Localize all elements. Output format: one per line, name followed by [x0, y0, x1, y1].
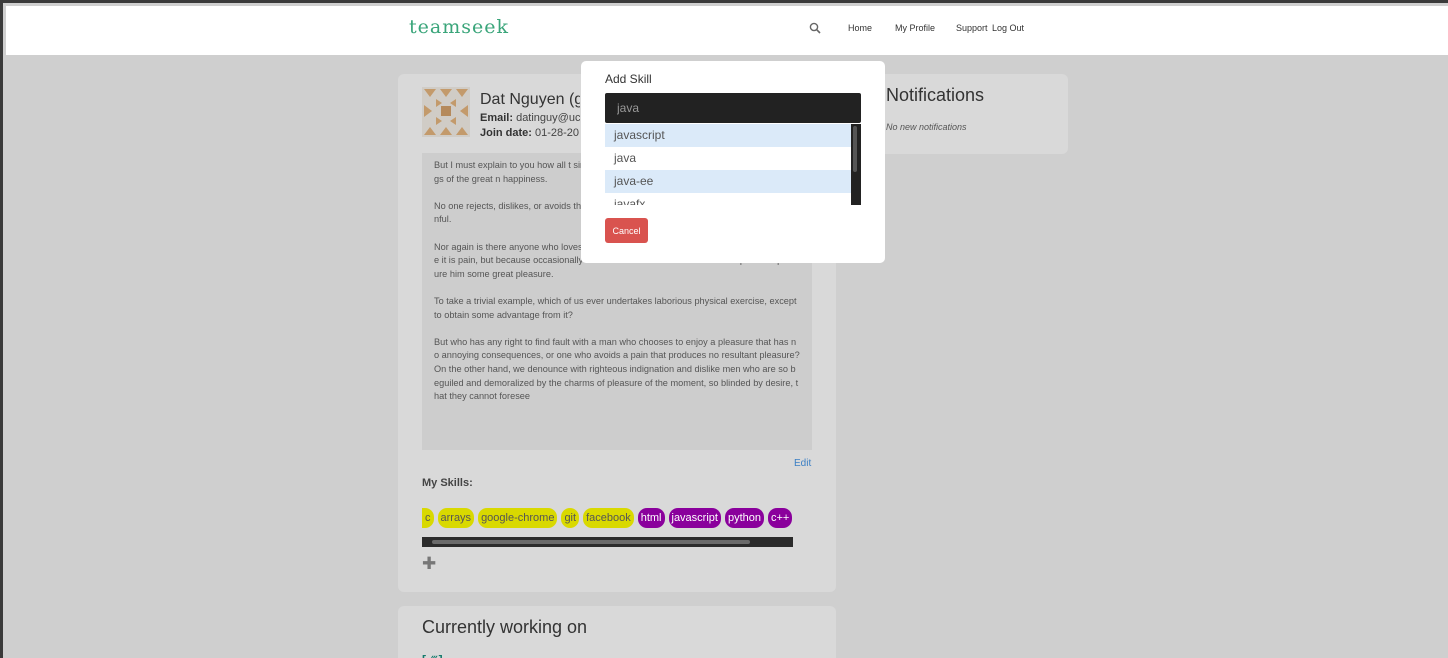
skills-list[interactable]: c arrays google-chrome git facebook html javas…: [422, 508, 793, 530]
join-date-label: Join date:: [480, 127, 532, 139]
avatar: [422, 87, 470, 137]
app-window: teamseek Home My Profile Support Log Out…: [0, 0, 1448, 658]
profile-email: Email: datinguy@uc: [480, 112, 580, 124]
add-skill-icon[interactable]: ✚: [422, 554, 436, 574]
skill-chip[interactable]: c++: [768, 508, 793, 528]
bio-paragraph: To take a trivial example, which of us e…: [434, 295, 797, 320]
suggestion-item[interactable]: java-ee: [605, 170, 851, 193]
bio-paragraph: But who has any right to find fault with…: [434, 336, 800, 402]
profile-name: Dat Nguyen (gr: [480, 91, 580, 108]
skills-scrollbar[interactable]: [422, 537, 793, 547]
notifications-title: Notifications: [886, 85, 985, 105]
suggestions-scrollbar-thumb[interactable]: [853, 126, 857, 172]
skill-chip[interactable]: html: [637, 508, 665, 528]
skills-scrollbar-thumb[interactable]: [432, 540, 750, 544]
search-icon[interactable]: [809, 22, 821, 34]
email-label: Email:: [480, 112, 514, 124]
project-logo-icon[interactable]: [ ∕∕∕ ]: [422, 653, 470, 658]
skill-chip[interactable]: python: [724, 508, 764, 528]
working-on-title: Currently working on: [422, 617, 588, 637]
nav-home-link[interactable]: Home: [848, 23, 872, 33]
skill-chip[interactable]: arrays: [437, 508, 475, 528]
notifications-empty-text: No new notifications: [886, 122, 967, 132]
skills-heading: My Skills:: [422, 477, 473, 489]
skill-chip[interactable]: google-chrome: [478, 508, 558, 528]
skill-search-input[interactable]: [605, 93, 861, 123]
skill-chip[interactable]: javascript: [668, 508, 721, 528]
app-logo[interactable]: teamseek: [409, 16, 509, 38]
cancel-button[interactable]: Cancel: [605, 218, 648, 243]
skill-suggestions-list: javascript java java-ee javafx: [605, 124, 861, 205]
modal-title: Add Skill: [605, 72, 652, 86]
nav-support-link[interactable]: Support: [956, 23, 988, 33]
skill-chip[interactable]: facebook: [583, 508, 634, 528]
nav-my-profile-link[interactable]: My Profile: [895, 23, 935, 33]
nav-logout-link[interactable]: Log Out: [992, 23, 1024, 33]
add-skill-modal: Add Skill javascript java java-ee javafx…: [581, 61, 885, 263]
suggestion-item[interactable]: javascript: [605, 124, 851, 147]
suggestion-item[interactable]: java: [605, 147, 851, 170]
skill-chip[interactable]: git: [561, 508, 580, 528]
email-value: datinguy@uc: [513, 112, 580, 124]
top-navbar: [6, 6, 1448, 55]
skill-chip[interactable]: c: [422, 508, 434, 528]
suggestion-item[interactable]: javafx: [605, 193, 851, 205]
profile-join-date: Join date: 01-28-20: [480, 127, 580, 139]
suggestions-scrollbar[interactable]: [851, 124, 861, 205]
join-date-value: 01-28-20: [531, 127, 580, 139]
edit-bio-link[interactable]: Edit: [794, 458, 811, 469]
